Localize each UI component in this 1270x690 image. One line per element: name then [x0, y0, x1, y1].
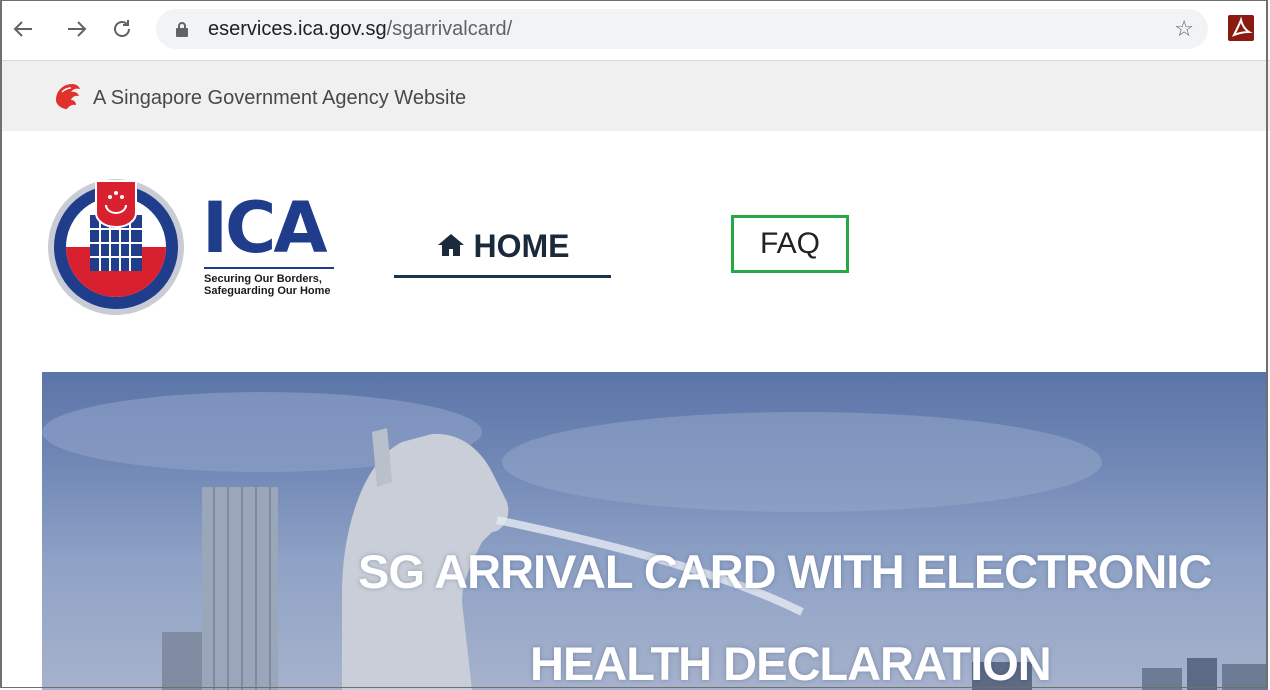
lock-icon: [176, 22, 188, 42]
back-arrow-icon[interactable]: [8, 14, 38, 44]
logo-tagline-line1: Securing Our Borders,: [204, 273, 322, 285]
home-icon: [436, 232, 466, 263]
nav-home-link[interactable]: HOME: [394, 228, 611, 278]
forward-arrow-icon[interactable]: [62, 14, 92, 44]
url-path: /sgarrivalcard/: [386, 18, 513, 40]
nav-home-label: HOME: [473, 228, 570, 264]
masthead-text: A Singapore Government Agency Website: [93, 87, 467, 109]
site-header: ICA Securing Our Borders, Safeguarding O…: [0, 131, 1270, 371]
logo-tagline-line2: Safeguarding Our Home: [204, 285, 331, 297]
logo-title: ICA: [202, 187, 328, 269]
hero-banner: SG ARRIVAL CARD WITH ELECTRONIC HEALTH D…: [42, 372, 1268, 690]
gov-masthead: A Singapore Government Agency Website: [0, 61, 1270, 131]
lion-head-icon: [52, 82, 82, 119]
address-bar[interactable]: eservices.ica.gov.sg/sgarrivalcard/ ☆: [156, 9, 1208, 49]
url-host: eservices.ica.gov.sg: [208, 18, 387, 40]
hero-title-line2: HEALTH DECLARATION: [530, 637, 1052, 690]
reload-icon[interactable]: [107, 14, 137, 44]
pdf-extension-icon[interactable]: [1228, 15, 1254, 41]
nav-faq-link[interactable]: FAQ: [731, 215, 849, 273]
ica-emblem-icon: [48, 179, 184, 315]
url-text: eservices.ica.gov.sg/sgarrivalcard/: [208, 18, 512, 41]
ica-logo[interactable]: ICA Securing Our Borders, Safeguarding O…: [44, 171, 344, 321]
bookmark-star-icon[interactable]: ☆: [1174, 16, 1194, 42]
browser-toolbar: eservices.ica.gov.sg/sgarrivalcard/ ☆: [0, 0, 1270, 61]
hero-title-line1: SG ARRIVAL CARD WITH ELECTRONIC: [358, 545, 1212, 598]
logo-tagline: Securing Our Borders, Safeguarding Our H…: [204, 273, 331, 297]
logo-divider: [204, 267, 334, 269]
